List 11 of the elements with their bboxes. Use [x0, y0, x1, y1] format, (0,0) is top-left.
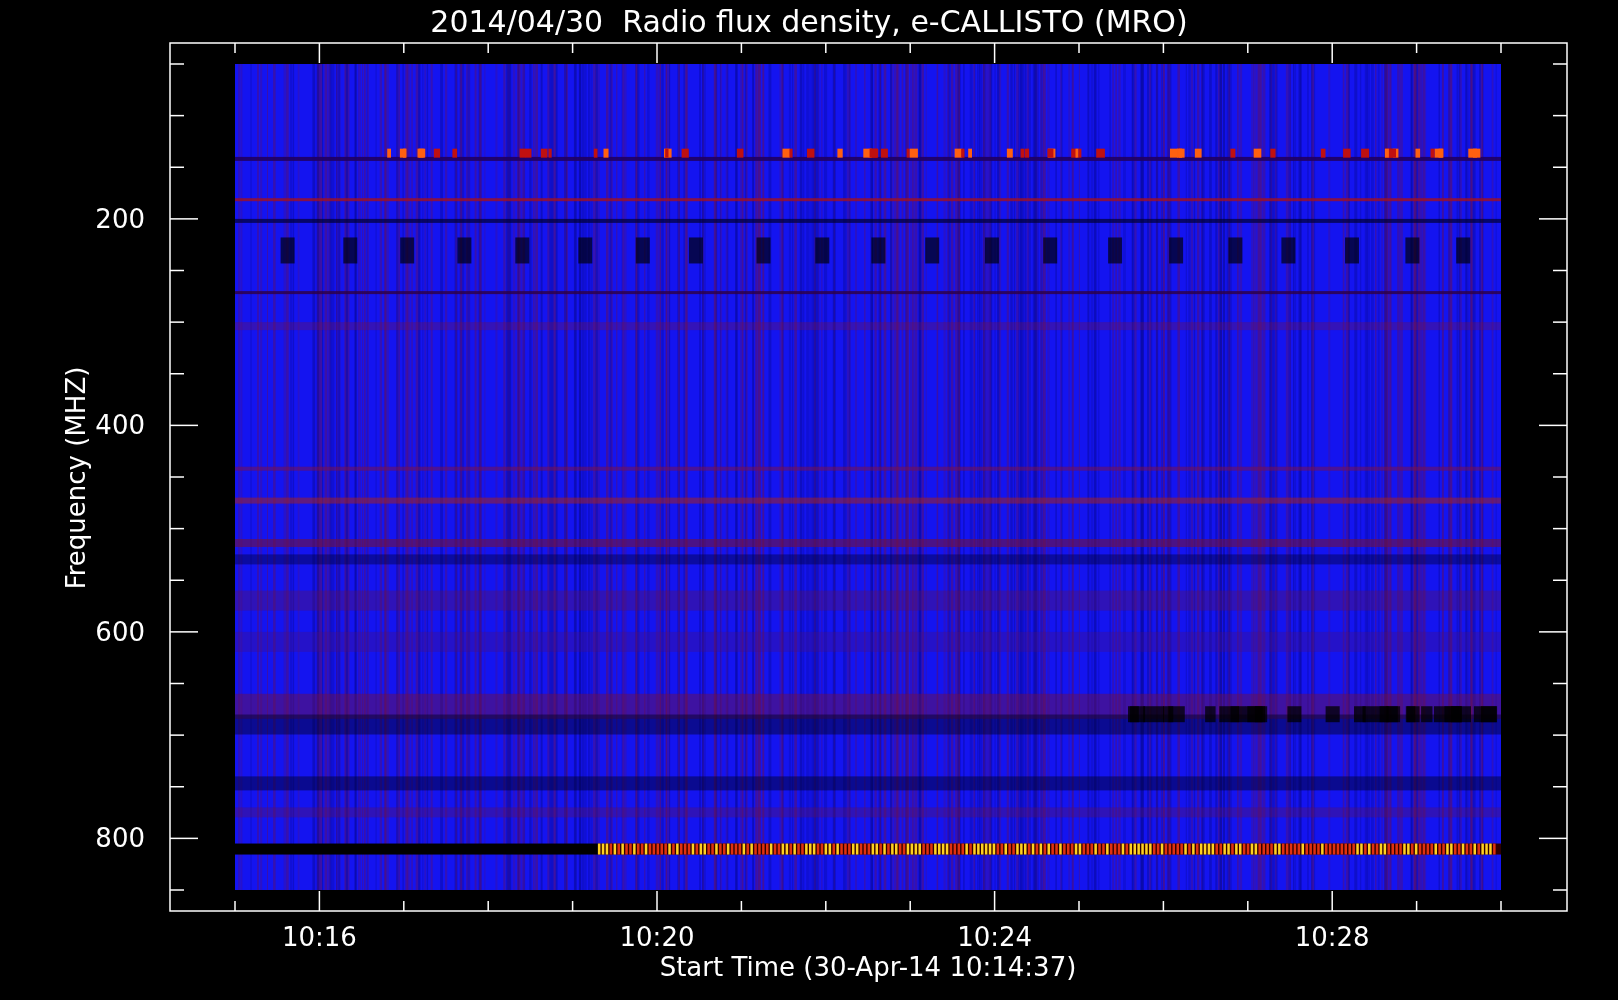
x-axis-label: Start Time (30-Apr-14 10:14:37) [659, 952, 1077, 982]
x-tick-label: 10:24 [957, 922, 1033, 952]
y-tick-label: 600 [95, 616, 145, 647]
x-tick-label: 10:16 [281, 922, 357, 952]
y-tick-label: 400 [95, 410, 145, 441]
x-tick-label: 10:28 [1294, 922, 1370, 952]
y-tick-label: 800 [95, 823, 145, 854]
y-axis-label: Frequency (MHZ) [61, 366, 91, 590]
y-tick-label: 200 [95, 203, 145, 234]
chart-title: 2014/04/30 Radio flux density, e-CALLISTO (MRO) [430, 4, 1188, 39]
x-tick-label: 10:20 [619, 922, 695, 952]
